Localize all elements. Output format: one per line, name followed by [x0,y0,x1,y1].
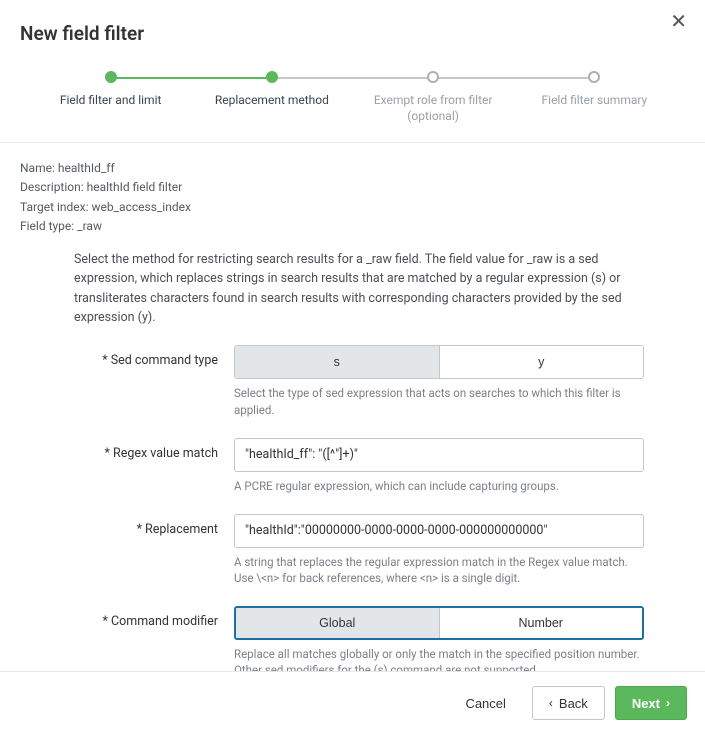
meta-type-label: Field type: [20,219,74,233]
step-label: Exempt role from filter (optional) [363,93,503,124]
close-icon[interactable]: ✕ [664,8,693,35]
regex-value-match-input[interactable] [234,438,644,472]
step-dot-icon [427,71,439,83]
wizard-stepper: Field filter and limit Replacement metho… [0,45,705,142]
back-button[interactable]: ‹ Back [532,686,605,720]
chevron-right-icon: › [666,696,670,710]
row-sed-command-type: Sed command type s y [74,345,685,379]
form-body: Select the method for restricting search… [0,246,705,678]
meta-target-index: Target index: web_access_index [20,198,685,217]
command-modifier-label: Command modifier [74,606,234,629]
next-button[interactable]: Next › [615,686,687,720]
sed-option-y[interactable]: y [439,346,644,378]
intro-text: Select the method for restricting search… [74,250,685,328]
regex-value-match-help: A PCRE regular expression, which can inc… [234,478,644,494]
meta-name-value: healthId_ff [58,161,115,175]
row-regex-value-match: Regex value match [74,438,685,472]
new-field-filter-dialog: ✕ New field filter Field filter and limi… [0,0,705,734]
sed-command-type-toggle: s y [234,345,644,379]
meta-desc-label: Description: [20,180,84,194]
sed-command-type-help: Select the type of sed expression that a… [234,385,644,417]
sed-option-s[interactable]: s [235,346,439,378]
step-dot-icon [105,71,117,83]
meta-name-label: Name: [20,161,55,175]
command-modifier-toggle: Global Number [234,606,644,640]
dialog-title: New field filter [0,0,705,45]
replacement-input[interactable] [234,514,644,548]
meta-description: Description: healthId field filter [20,178,685,197]
dialog-footer: Cancel ‹ Back Next › [0,671,705,734]
meta-type-value: _raw [77,219,102,233]
meta-name: Name: healthId_ff [20,159,685,178]
meta-index-label: Target index: [20,200,89,214]
step-field-filter-and-limit[interactable]: Field filter and limit [30,71,191,109]
sed-command-type-label: Sed command type [74,345,234,368]
step-dot-icon [588,71,600,83]
filter-metadata: Name: healthId_ff Description: healthId … [0,143,705,246]
step-label: Field filter and limit [60,93,162,109]
row-command-modifier: Command modifier Global Number [74,606,685,640]
replacement-label: Replacement [74,514,234,537]
regex-value-match-label: Regex value match [74,438,234,461]
modifier-option-number[interactable]: Number [439,608,643,638]
next-button-label: Next [632,696,660,711]
chevron-left-icon: ‹ [549,696,553,710]
step-replacement-method[interactable]: Replacement method [191,71,352,109]
meta-desc-value: healthId field filter [87,180,183,194]
meta-index-value: web_access_index [92,200,191,214]
step-label: Field filter summary [542,93,648,109]
back-button-label: Back [559,696,588,711]
replacement-help: A string that replaces the regular expre… [234,554,644,586]
step-label: Replacement method [215,93,329,109]
step-dot-icon [266,71,278,83]
modifier-option-global[interactable]: Global [236,608,439,638]
step-exempt-role[interactable]: Exempt role from filter (optional) [353,71,514,124]
row-replacement: Replacement [74,514,685,548]
step-summary[interactable]: Field filter summary [514,71,675,109]
meta-field-type: Field type: _raw [20,217,685,236]
cancel-button[interactable]: Cancel [449,686,521,720]
